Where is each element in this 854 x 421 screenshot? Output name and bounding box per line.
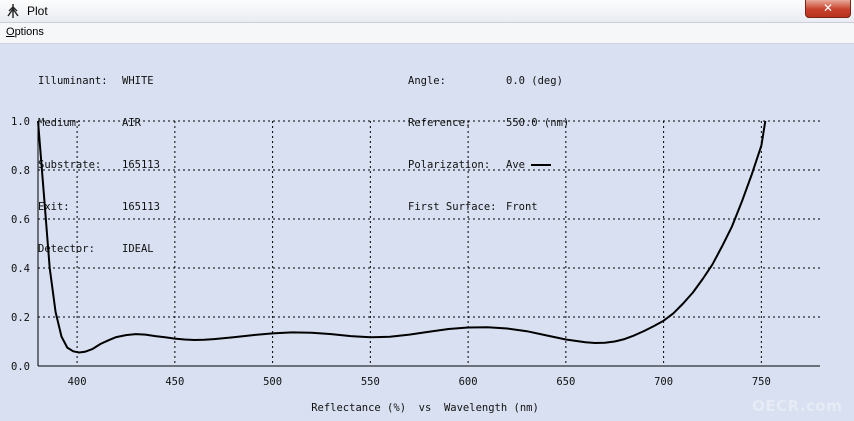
- x-tick-label: 650: [556, 376, 575, 388]
- y-tick-label: 0.4: [11, 263, 30, 275]
- y-tick-label: 0.0: [11, 361, 30, 373]
- x-tick-label: 700: [654, 376, 673, 388]
- x-tick-label: 500: [263, 376, 282, 388]
- y-tick-label: 0.6: [11, 214, 30, 226]
- y-tick-label: 1.0: [11, 116, 30, 128]
- x-tick-label: 400: [68, 376, 87, 388]
- reflectance-chart: 400 450 500 550 600 650 700 750 0.0 0.2 0.4 0.6 0.8 1…: [11, 116, 820, 414]
- y-tick-label: 0.2: [11, 312, 30, 324]
- watermark: OECR.com: [752, 397, 843, 415]
- reflectance-curve: [37, 120, 767, 354]
- x-axis-label: Reflectance (%) vs Wavelength (nm): [311, 402, 539, 414]
- x-tick-label: 550: [361, 376, 380, 388]
- x-tick-label: 600: [459, 376, 478, 388]
- y-tick-label: 0.8: [11, 165, 30, 177]
- x-tick-label: 750: [752, 376, 771, 388]
- x-tick-label: 450: [165, 376, 184, 388]
